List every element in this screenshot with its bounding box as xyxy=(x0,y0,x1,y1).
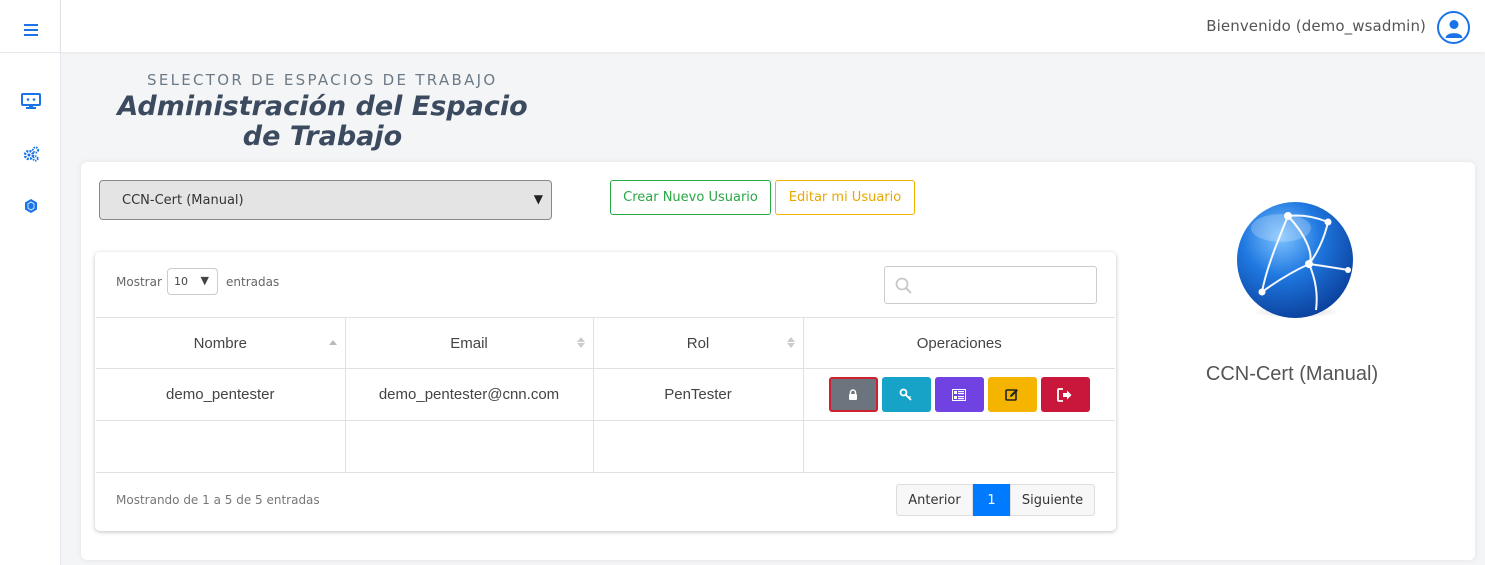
table-header-row: Nombre Email Rol Operaciones xyxy=(96,317,1115,369)
welcome-text: Bienvenido (demo_wsadmin) xyxy=(1206,17,1426,35)
sort-icon xyxy=(576,337,585,348)
cell-empty xyxy=(592,420,804,473)
key-icon xyxy=(899,388,912,401)
page-length-select[interactable]: 10 ▼ xyxy=(167,268,218,295)
cell-nombre: demo_pentester xyxy=(96,368,346,421)
sidebar-divider xyxy=(0,52,61,53)
table-info: Mostrando de 1 a 5 de 5 entradas xyxy=(116,493,320,507)
cell-email: demo_pentester@cnn.com xyxy=(344,368,594,421)
column-header-label: Nombre xyxy=(193,334,247,352)
monitor-icon[interactable] xyxy=(0,86,61,116)
lock-button[interactable] xyxy=(828,377,878,412)
pagination-prev-button[interactable]: Anterior xyxy=(896,484,973,516)
show-label: Mostrar xyxy=(116,275,162,289)
sort-asc-icon xyxy=(328,340,337,345)
table-row: demo_pentester demo_pentester@cnn.com Pe… xyxy=(96,368,1116,421)
cell-rol: PenTester xyxy=(592,368,804,421)
cell-operaciones xyxy=(802,368,1116,421)
gears-icon[interactable] xyxy=(0,139,61,169)
globe-network-icon xyxy=(1236,200,1356,320)
page-length-value: 10 xyxy=(174,275,188,288)
edit-icon xyxy=(1005,388,1019,401)
column-header-label: Email xyxy=(450,334,488,352)
qr-code-button[interactable] xyxy=(934,377,984,412)
create-user-button[interactable]: Crear Nuevo Usuario xyxy=(610,180,771,215)
column-header-operaciones: Operaciones xyxy=(802,317,1115,369)
operations-group xyxy=(804,377,1116,412)
caret-down-icon: ▼ xyxy=(533,192,543,206)
topbar: Bienvenido (demo_wsadmin) xyxy=(61,0,1485,52)
column-header-label: Rol xyxy=(686,334,710,352)
hamburger-menu-icon[interactable] xyxy=(0,15,61,45)
edit-button[interactable] xyxy=(987,377,1037,412)
sign-out-button[interactable] xyxy=(1040,377,1090,412)
user-avatar-icon[interactable] xyxy=(1437,11,1470,44)
page-title: Administración del Espacio de Trabajo xyxy=(117,91,528,152)
cell-empty xyxy=(96,420,346,473)
sign-out-icon xyxy=(1057,387,1072,402)
hexagon-icon[interactable] xyxy=(0,191,61,221)
workspace-name-label: CCN-Cert (Manual) xyxy=(1205,363,1379,385)
page-subtitle: SELECTOR DE ESPACIOS DE TRABAJO xyxy=(147,71,498,89)
pagination-page-button[interactable]: 1 xyxy=(973,484,1010,516)
qr-code-icon xyxy=(952,388,967,401)
search-icon xyxy=(895,277,913,300)
column-header-rol[interactable]: Rol xyxy=(592,317,804,369)
sort-icon xyxy=(786,337,795,348)
column-header-nombre[interactable]: Nombre xyxy=(96,317,346,369)
workspace-select-value: CCN-Cert (Manual) xyxy=(122,192,244,208)
edit-my-user-button[interactable]: Editar mi Usuario xyxy=(775,180,915,215)
search-input[interactable] xyxy=(884,266,1097,304)
caret-down-icon: ▼ xyxy=(200,274,209,287)
pagination: Anterior 1 Siguiente xyxy=(896,484,1095,516)
table-row-empty xyxy=(96,420,1115,473)
entries-label: entradas xyxy=(226,275,280,289)
cell-empty xyxy=(344,420,594,473)
key-button[interactable] xyxy=(881,377,931,412)
pagination-next-button[interactable]: Siguiente xyxy=(1010,484,1095,516)
cell-empty xyxy=(802,420,1115,473)
sidebar xyxy=(0,0,61,565)
column-header-label: Operaciones xyxy=(916,334,1002,352)
workspace-select[interactable]: CCN-Cert (Manual) ▼ xyxy=(99,180,552,220)
column-header-email[interactable]: Email xyxy=(344,317,594,369)
users-table: Nombre Email Rol Operaciones demo_pentes… xyxy=(96,317,1115,473)
lock-icon xyxy=(849,388,858,400)
